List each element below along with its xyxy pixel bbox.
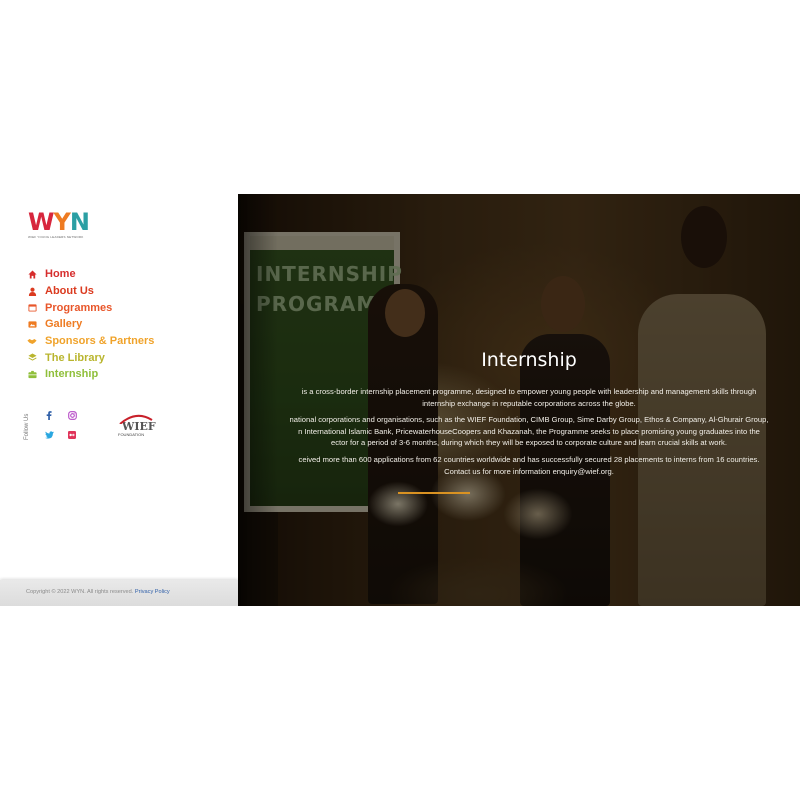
hero-paragraph-line: Contact us for more information enquiry@… [444,466,614,476]
hero-paragraph-1: is a cross-border internship placement p… [238,386,800,409]
page-title: Internship [481,349,577,371]
nav-item-gallery[interactable]: Gallery [26,316,154,333]
follow-us-label: Follow Us [24,413,30,440]
home-icon [26,268,38,280]
hero-section: INTERNSHIP PROGRAMME Internship is a cro… [238,194,800,606]
layers-icon [26,352,38,364]
flickr-icon[interactable] [67,430,77,440]
wief-foundation-logo[interactable]: WIEF FOUNDATION [118,414,156,442]
handshake-icon [26,335,38,347]
nav-item-programmes[interactable]: Programmes [26,299,154,316]
nav-item-home[interactable]: Home [26,266,154,283]
nav-item-about-us[interactable]: About Us [26,283,154,300]
nav-item-internship[interactable]: Internship [26,366,154,383]
calendar-icon [26,302,38,314]
hero-paragraph-2: national corporations and organisations,… [238,414,800,449]
wief-arc [119,414,153,424]
hero-paragraph-3: ceived more than 600 applications from 6… [238,454,800,477]
hero-paragraph-line: national corporations and organisations,… [289,415,769,424]
hero-paragraph-line: is a cross-border internship placement p… [301,387,757,396]
twitter-icon[interactable] [44,430,54,440]
hero-paragraph-line: ceived more than 600 applications from 6… [298,455,760,464]
logo-letter-y: Y [53,208,70,236]
facebook-icon[interactable] [44,410,54,420]
hero-paragraph-line: n International Islamic Bank, Pricewater… [298,426,760,436]
wyn-logo[interactable]: WYN WIEF YOUNG LEADERS NETWORK [28,208,90,240]
copyright-text: Copyright © 2022 WYN. All rights reserve… [26,589,134,595]
nav-item-label: Gallery [45,318,83,331]
privacy-policy-link[interactable]: Privacy Policy [135,589,170,595]
instagram-icon[interactable] [67,410,77,420]
nav-item-the-library[interactable]: The Library [26,349,154,366]
footer-text: Copyright © 2022 WYN. All rights reserve… [26,589,170,595]
logo-subtitle: WIEF YOUNG LEADERS NETWORK [28,235,84,239]
logo-letter-n: N [69,208,90,236]
hero-content: Internship is a cross-border internship … [238,194,800,606]
nav-item-label: The Library [45,351,105,364]
nav-item-sponsors-partners[interactable]: Sponsors & Partners [26,333,154,350]
hero-paragraph-line: internship exchange in reputable corpora… [422,398,636,408]
nav-item-label: Sponsors & Partners [45,335,155,348]
nav-item-label: Internship [45,368,99,381]
nav-item-label: Home [45,268,76,281]
footer: Copyright © 2022 WYN. All rights reserve… [0,580,238,606]
user-icon [26,285,38,297]
logo-wordmark: WYN [28,208,90,236]
app-window: INTERNSHIP PROGRAMME Internship is a cro… [0,194,800,606]
briefcase-icon [26,368,38,380]
accent-divider [398,492,470,494]
hero-paragraph-line: ector for a period of 3-6 months, during… [331,438,727,447]
nav-item-label: Programmes [45,301,113,314]
logo-letter-w: W [28,208,55,236]
nav-item-label: About Us [45,285,94,298]
main-nav: Home About Us Programmes Gallery Sponsor… [26,266,154,383]
gallery-icon [26,318,38,330]
sidebar: WYN WIEF YOUNG LEADERS NETWORK Home Abou… [0,194,238,606]
